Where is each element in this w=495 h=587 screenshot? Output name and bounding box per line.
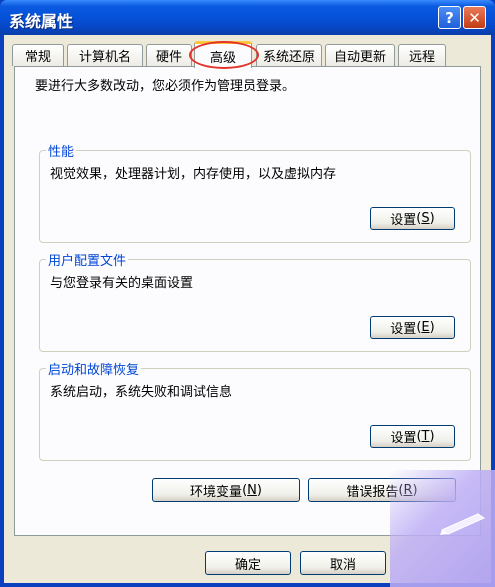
button-label: 设置 [390, 213, 417, 228]
performance-group: 性能 视觉效果，处理器计划，内存使用，以及虚拟内存 设置(S) [39, 141, 471, 243]
performance-settings-button[interactable]: 设置(S) [370, 207, 455, 230]
admin-note: 要进行大多数改动，您必须作为管理员登录。 [35, 79, 296, 94]
user-profiles-settings-button[interactable]: 设置(E) [370, 316, 455, 339]
tab-system-restore[interactable]: 系统还原 [256, 44, 322, 66]
ok-button[interactable]: 确定 [205, 551, 291, 575]
button-label: 确定 [234, 557, 261, 573]
close-icon: ✕ [468, 8, 481, 27]
performance-title: 性能 [46, 141, 77, 160]
button-label: 环境变量 [190, 484, 243, 500]
startup-recovery-desc: 系统启动，系统失败和调试信息 [50, 385, 233, 400]
window-title: 系统属性 [9, 12, 74, 31]
tab-computer-name[interactable]: 计算机名 [67, 44, 143, 66]
help-icon: ? [445, 8, 454, 27]
tab-general[interactable]: 常规 [12, 44, 64, 66]
pencil-icon [440, 513, 486, 535]
tab-label: 系统还原 [262, 50, 315, 65]
user-profiles-desc: 与您登录有关的桌面设置 [50, 276, 194, 291]
startup-recovery-group: 启动和故障恢复 系统启动，系统失败和调试信息 设置(T) [39, 359, 471, 461]
tab-label: 常规 [24, 50, 51, 65]
button-hotkey: S [421, 211, 430, 226]
button-hotkey: N [247, 482, 257, 498]
tab-hardware[interactable]: 硬件 [146, 44, 192, 66]
button-hotkey: T [421, 429, 430, 444]
advanced-tab-highlight-circle [189, 41, 259, 69]
user-profiles-title: 用户配置文件 [46, 250, 129, 269]
button-label: 设置 [390, 431, 417, 446]
tab-automatic-updates[interactable]: 自动更新 [325, 44, 395, 66]
tab-label: 硬件 [155, 50, 182, 65]
button-hotkey: E [421, 320, 430, 335]
button-label: 设置 [390, 322, 417, 337]
close-button[interactable]: ✕ [463, 6, 486, 29]
button-label: 取消 [329, 557, 356, 573]
advanced-tab-panel: 要进行大多数改动，您必须作为管理员登录。 性能 视觉效果，处理器计划，内存使用，… [14, 66, 481, 536]
tab-label: 远程 [408, 50, 435, 65]
user-profiles-group: 用户配置文件 与您登录有关的桌面设置 设置(E) [39, 250, 471, 352]
cancel-button[interactable]: 取消 [300, 551, 386, 575]
performance-desc: 视觉效果，处理器计划，内存使用，以及虚拟内存 [50, 167, 337, 182]
tab-label: 计算机名 [78, 50, 131, 65]
tab-label: 自动更新 [333, 50, 386, 65]
environment-variables-button[interactable]: 环境变量(N) [152, 478, 300, 502]
startup-recovery-title: 启动和故障恢复 [46, 359, 142, 378]
tab-remote[interactable]: 远程 [398, 44, 446, 66]
help-button[interactable]: ? [438, 6, 461, 29]
title-bar[interactable]: 系统属性 ? ✕ [0, 0, 495, 35]
system-properties-window: 系统属性 ? ✕ 常规 计算机名 硬件 高级 系统还原 自动更新 远程 要进行大… [0, 0, 495, 587]
startup-recovery-settings-button[interactable]: 设置(T) [370, 425, 455, 448]
